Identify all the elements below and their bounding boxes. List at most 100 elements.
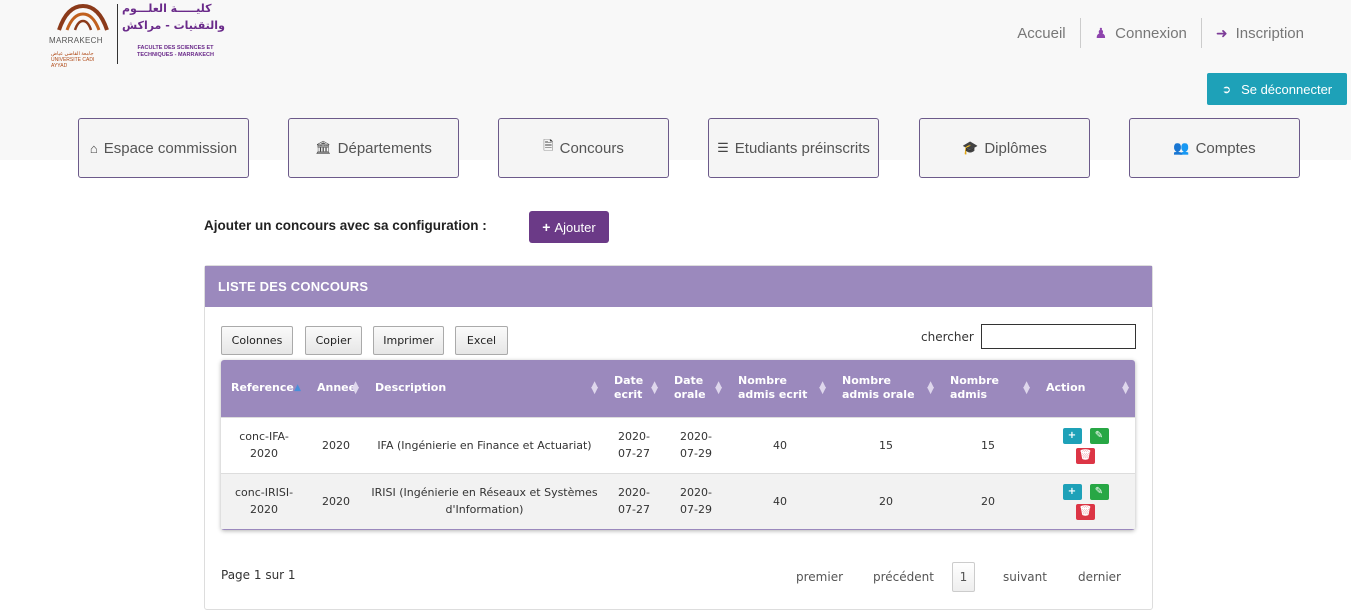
header-action-label: Action — [1046, 381, 1086, 395]
excel-button[interactable]: Excel — [455, 326, 508, 355]
delete-row-button[interactable]: 🗑 — [1076, 503, 1095, 520]
menu-etudiants[interactable]: ☰ Etudiants préinscrits — [708, 118, 879, 178]
header-description[interactable]: Description ▲ ▼ — [365, 360, 604, 417]
sort-icon: ▲ ▼ — [352, 380, 359, 397]
menu-diplomes[interactable]: 🎓 Diplômes — [919, 118, 1090, 178]
cell-description: IFA (Ingénierie en Finance et Actuariat) — [365, 416, 604, 473]
cell-text: conc-IRISI- — [234, 486, 294, 499]
header-action[interactable]: Action ▲ ▼ — [1036, 360, 1135, 417]
cell-admis: 15 — [940, 416, 1036, 473]
logo-divider — [117, 4, 118, 64]
nav-home-link[interactable]: Accueil — [1003, 18, 1079, 48]
logout-button[interactable]: ➲ Se déconnecter — [1207, 73, 1347, 105]
plus-icon: + — [1067, 486, 1077, 498]
cell-text: 07-27 — [618, 503, 650, 516]
trash-icon: 🗑 — [1079, 506, 1092, 518]
panel-title: LISTE DES CONCOURS — [205, 266, 1152, 307]
cell-admis: 20 — [940, 472, 1036, 530]
menu-label: Espace commission — [103, 139, 238, 157]
cell-action: + ✎ 🗑 — [1036, 472, 1135, 530]
search-label: chercher — [921, 330, 974, 344]
menu-label: Comptes — [1195, 139, 1256, 157]
header-admis-ecrit-l1: Nombre — [738, 374, 787, 388]
cell-action: + ✎ 🗑 — [1036, 416, 1135, 473]
nav-register-link[interactable]: ➜ Inscription — [1200, 18, 1318, 48]
search-input[interactable] — [981, 324, 1136, 349]
user-icon: ♟ — [1094, 24, 1108, 41]
header-admis-orale[interactable]: Nombre admis orale ▲ ▼ — [832, 360, 940, 417]
cell-description: IRISI (Ingénierie en Réseaux et Systèmes… — [365, 472, 604, 530]
pagination-last[interactable]: dernier — [1078, 562, 1121, 592]
pagination-previous[interactable]: précédent — [873, 562, 934, 592]
cell-date-ecrit: 2020- 07-27 — [604, 416, 664, 473]
cell-text: 07-29 — [680, 447, 712, 460]
cell-admis-ecrit: 40 — [728, 472, 832, 530]
sort-icon: ▲ ▼ — [591, 380, 598, 397]
header-date-ecrit-l1: Date — [614, 374, 644, 388]
pencil-icon: ✎ — [1094, 486, 1104, 498]
header-date-ecrit[interactable]: Date ecrit ▲ ▼ — [604, 360, 664, 417]
header-reference-label: Reference — [231, 381, 294, 395]
cell-text: 07-27 — [618, 447, 650, 460]
cell-text: 2020- — [618, 430, 650, 443]
file-text-icon: 🗎 — [543, 138, 554, 153]
home-icon: ⌂ — [89, 140, 98, 156]
logo-arch-icon — [57, 3, 109, 31]
sort-icon: ▲ ▼ — [1023, 380, 1030, 397]
nav-home-label: Accueil — [1017, 24, 1066, 42]
logo-arabic-line1: كليـــــة العلـــوم — [122, 2, 212, 15]
cell-annee: 2020 — [307, 472, 365, 530]
page-info: Page 1 sur 1 — [221, 568, 296, 582]
pagination-current[interactable]: 1 — [952, 562, 975, 592]
cell-reference: conc-IRISI- 2020 — [221, 472, 307, 530]
pagination-first[interactable]: premier — [796, 562, 843, 592]
header-date-orale[interactable]: Date orale ▲ ▼ — [664, 360, 728, 417]
copy-button[interactable]: Copier — [305, 326, 362, 355]
print-button[interactable]: Imprimer — [373, 326, 444, 355]
cell-text: IRISI (Ingénierie en Réseaux et Systèmes — [371, 486, 598, 499]
sort-asc-icon: ▲ — [294, 383, 301, 394]
columns-button[interactable]: Colonnes — [221, 326, 293, 355]
menu-departements[interactable]: 🏛 Départements — [288, 118, 459, 178]
cell-text: IFA (Ingénierie en Finance et Actuariat) — [377, 438, 592, 452]
table-header-row: Reference ▲ Annee ▲ ▼ Description ▲ ▼ Date ecr… — [221, 360, 1135, 417]
cell-admis-orale: 20 — [832, 472, 940, 530]
sort-icon: ▲ ▼ — [651, 380, 658, 397]
header-date-orale-l2: orale — [674, 388, 706, 402]
table-row: conc-IRISI- 2020 2020 IRISI (Ingénierie e… — [221, 472, 1135, 530]
sign-in-icon: ➜ — [1215, 24, 1228, 41]
cell-admis-orale: 15 — [832, 416, 940, 473]
contests-table: Reference ▲ Annee ▲ ▼ Description ▲ ▼ Date ecr… — [221, 360, 1135, 530]
nav-login-link[interactable]: ♟ Connexion — [1079, 18, 1201, 48]
header-reference[interactable]: Reference ▲ — [221, 360, 307, 417]
header-annee[interactable]: Annee ▲ ▼ — [307, 360, 365, 417]
logout-label: Se déconnecter — [1241, 81, 1333, 97]
menu-label: Etudiants préinscrits — [734, 139, 870, 157]
edit-row-button[interactable]: ✎ — [1089, 483, 1109, 500]
menu-espace-commission[interactable]: ⌂ Espace commission — [78, 118, 249, 178]
header-date-ecrit-l2: ecrit — [614, 388, 643, 402]
header-admis-orale-l1: Nombre — [842, 374, 891, 388]
header-admis-ecrit[interactable]: Nombre admis ecrit ▲ ▼ — [728, 360, 832, 417]
menu-label: Diplômes — [984, 139, 1047, 157]
menu-label: Départements — [337, 139, 432, 157]
logo-city: MARRAKECH — [49, 36, 103, 45]
cell-annee: 2020 — [307, 416, 365, 473]
cell-date-ecrit: 2020- 07-27 — [604, 472, 664, 530]
nav-login-label: Connexion — [1115, 24, 1187, 42]
add-contest-button[interactable]: + Ajouter — [529, 211, 609, 243]
menu-concours[interactable]: 🗎 Concours — [498, 118, 669, 178]
delete-row-button[interactable]: 🗑 — [1076, 447, 1095, 464]
add-row-button[interactable]: + — [1062, 427, 1082, 444]
cell-date-orale: 2020- 07-29 — [664, 416, 728, 473]
add-row-button[interactable]: + — [1062, 483, 1082, 500]
menu-comptes[interactable]: 👥 Comptes — [1129, 118, 1300, 178]
faculty-logo[interactable]: MARRAKECH جامعة القاضي عياض UNIVERSITE C… — [49, 0, 229, 70]
add-contest-label: Ajouter un concours avec sa configuratio… — [204, 218, 487, 233]
cell-date-orale: 2020- 07-29 — [664, 472, 728, 530]
edit-row-button[interactable]: ✎ — [1089, 427, 1109, 444]
header-admis[interactable]: Nombre admis ▲ ▼ — [940, 360, 1036, 417]
cell-text: d'Information) — [445, 503, 524, 516]
cell-reference: conc-IFA- 2020 — [221, 416, 307, 473]
pagination-next[interactable]: suivant — [1003, 562, 1047, 592]
